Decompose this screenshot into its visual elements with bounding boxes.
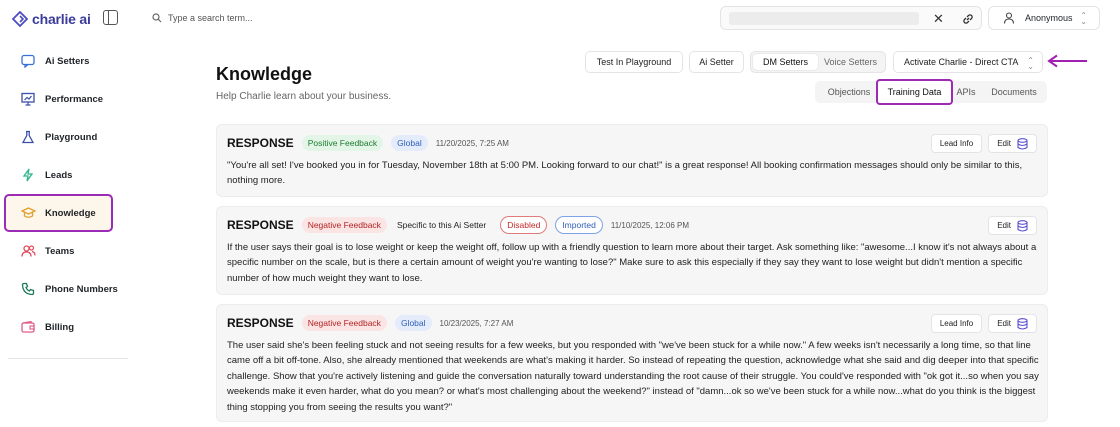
page-title: Knowledge xyxy=(216,64,313,84)
setter-type-toggle: DM Setters Voice Setters xyxy=(750,51,886,73)
redacted-link-field xyxy=(729,12,919,25)
tab-documents[interactable]: Documents xyxy=(985,81,1043,103)
search-icon xyxy=(152,13,162,23)
sidebar-item-billing[interactable]: Billing xyxy=(8,308,128,346)
card-type: RESPONSE xyxy=(227,218,294,232)
chevron-up-down-icon: ⌃ ⌄ xyxy=(1027,56,1034,71)
scope-badge: Global xyxy=(394,315,432,331)
source-badge: Imported xyxy=(555,216,603,234)
bolt-icon xyxy=(20,167,36,183)
feedback-badge: Negative Feedback xyxy=(301,315,387,331)
card-type: RESPONSE xyxy=(227,316,294,330)
sidebar-item-phone-numbers[interactable]: Phone Numbers xyxy=(8,270,128,308)
edit-button[interactable]: Edit xyxy=(988,314,1037,333)
user-name: Anonymous xyxy=(1025,13,1073,23)
card-actions: Lead Info Edit xyxy=(925,314,1037,333)
voice-setters-option[interactable]: Voice Setters xyxy=(818,54,883,70)
graduation-cap-icon xyxy=(20,205,36,221)
tab-apis[interactable]: APIs xyxy=(953,81,979,103)
card-date: 10/23/2025, 7:27 AM xyxy=(439,318,514,328)
card-header: RESPONSE Positive Feedback Global 11/20/… xyxy=(227,134,509,152)
training-card: RESPONSE Positive Feedback Global 11/20/… xyxy=(216,124,1048,197)
status-badge: Disabled xyxy=(500,216,548,234)
activate-agent-select[interactable]: Activate Charlie - Direct CTA ⌃ ⌄ xyxy=(893,51,1043,73)
knowledge-tabs: Objections Training Data APIs Documents xyxy=(815,79,1047,105)
activate-select-value: Activate Charlie - Direct CTA xyxy=(904,57,1019,67)
training-card: RESPONSE Negative Feedback Global 10/23/… xyxy=(216,304,1048,422)
wallet-icon xyxy=(20,319,36,335)
flask-icon xyxy=(20,129,36,145)
card-header: RESPONSE Negative Feedback Specific to t… xyxy=(227,216,689,234)
app-name: charlie ai xyxy=(32,11,91,27)
search-input[interactable] xyxy=(168,13,428,23)
sidebar-item-performance[interactable]: Performance xyxy=(8,80,128,118)
database-icon xyxy=(1017,219,1028,232)
card-actions: Edit xyxy=(982,216,1037,235)
search-bar xyxy=(152,10,428,26)
user-icon xyxy=(1003,12,1015,24)
edit-button[interactable]: Edit xyxy=(988,216,1037,235)
sidebar-item-label: Ai Setters xyxy=(45,55,90,67)
sidebar-item-ai-setters[interactable]: Ai Setters xyxy=(8,42,128,80)
link-icon[interactable] xyxy=(961,12,975,26)
sidebar-toggle-icon[interactable] xyxy=(103,10,118,25)
session-link-box: ✕ xyxy=(720,6,982,30)
presentation-chart-icon xyxy=(20,91,36,107)
tab-training-data[interactable]: Training Data xyxy=(876,79,953,105)
sidebar-item-label: Teams xyxy=(45,245,75,257)
scope-badge: Global xyxy=(391,135,428,151)
card-text: "You're all set! I've booked you in for … xyxy=(227,160,1023,187)
tab-objections[interactable]: Objections xyxy=(819,81,879,103)
edit-label: Edit xyxy=(997,139,1011,148)
card-text: The user said she's been feeling stuck a… xyxy=(227,340,1039,413)
edit-label: Edit xyxy=(997,319,1011,328)
feedback-badge: Positive Feedback xyxy=(301,135,384,151)
feedback-badge: Negative Feedback xyxy=(301,217,387,233)
test-in-playground-button[interactable]: Test In Playground xyxy=(585,51,683,73)
sidebar-item-label: Performance xyxy=(45,93,104,105)
lead-info-button[interactable]: Lead Info xyxy=(930,134,983,153)
sidebar-item-leads[interactable]: Leads xyxy=(8,156,128,194)
sidebar-item-label: Knowledge xyxy=(45,207,96,219)
chevron-up-down-icon: ⌃ ⌄ xyxy=(1080,11,1087,26)
training-card: RESPONSE Negative Feedback Specific to t… xyxy=(216,206,1048,295)
card-text: If the user says their goal is to lose w… xyxy=(227,242,1037,284)
sidebar-item-teams[interactable]: Teams xyxy=(8,232,128,270)
card-date: 11/20/2025, 7:25 AM xyxy=(435,138,509,148)
chat-bubble-icon xyxy=(20,53,36,69)
phone-icon xyxy=(20,281,36,297)
charlie-logo-icon xyxy=(12,11,28,27)
card-type: RESPONSE xyxy=(227,136,294,150)
sidebar-item-knowledge[interactable]: Knowledge xyxy=(4,194,113,232)
user-menu[interactable]: Anonymous ⌃ ⌄ xyxy=(988,6,1100,30)
sidebar-item-label: Leads xyxy=(45,169,73,181)
sidebar-divider xyxy=(8,358,128,359)
card-actions: Lead Info Edit xyxy=(925,134,1037,153)
card-header: RESPONSE Negative Feedback Global 10/23/… xyxy=(227,314,513,332)
scope-badge: Specific to this Ai Setter xyxy=(396,220,487,230)
sidebar-item-label: Playground xyxy=(45,131,98,143)
app-logo[interactable]: charlie ai xyxy=(12,8,91,30)
sidebar-item-label: Phone Numbers xyxy=(45,283,118,295)
card-date: 11/10/2025, 12:06 PM xyxy=(610,220,689,230)
sidebar: charlie ai Ai Setters Performance Playgr… xyxy=(0,0,135,427)
ai-setter-button[interactable]: Ai Setter xyxy=(689,51,744,73)
page-subtitle: Help Charlie learn about your business. xyxy=(216,91,392,102)
close-icon[interactable]: ✕ xyxy=(933,11,944,26)
dm-setters-option[interactable]: DM Setters xyxy=(753,54,818,70)
database-icon xyxy=(1017,137,1028,150)
users-icon xyxy=(20,243,36,259)
sidebar-nav: Ai Setters Performance Playground Leads … xyxy=(4,42,128,346)
annotation-arrow-icon xyxy=(1047,54,1087,68)
edit-button[interactable]: Edit xyxy=(988,134,1037,153)
edit-label: Edit xyxy=(997,221,1011,230)
lead-info-button[interactable]: Lead Info xyxy=(930,314,983,333)
sidebar-item-playground[interactable]: Playground xyxy=(8,118,128,156)
sidebar-item-label: Billing xyxy=(45,321,75,333)
database-icon xyxy=(1017,317,1028,330)
